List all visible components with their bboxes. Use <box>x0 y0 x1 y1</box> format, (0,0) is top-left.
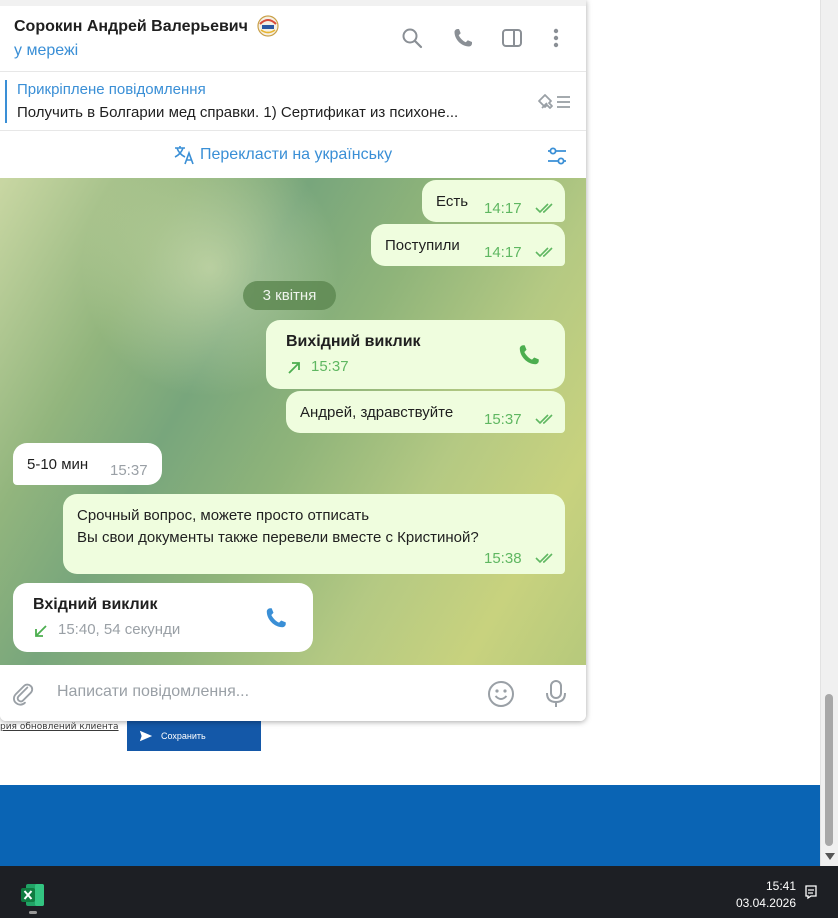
message-bubble-outgoing[interactable]: Андрей, здравствуйте 15:37 <box>286 391 565 433</box>
aura-emoji-status-icon <box>257 15 279 37</box>
pinned-message-bar[interactable]: Прикріплене повідомлення Получить в Болг… <box>0 73 586 131</box>
taskbar: 15:41 03.04.2026 <box>0 866 838 918</box>
sidebar-toggle-icon[interactable] <box>500 26 524 50</box>
date-separator: 3 квітня <box>243 281 336 310</box>
clock-time: 15:41 <box>765 879 796 893</box>
page-scrollbar[interactable] <box>820 0 838 866</box>
notification-center-icon[interactable] <box>803 884 819 900</box>
message-text-line1: Срочный вопрос, можете просто отписать <box>77 507 370 524</box>
message-time: 14:17 <box>484 200 522 217</box>
message-composer: Написати повідомлення... <box>0 665 586 721</box>
message-time: 15:37 <box>484 411 522 428</box>
outgoing-call-message[interactable]: Вихідний виклик 15:37 <box>266 320 565 389</box>
attach-icon[interactable] <box>10 681 36 707</box>
message-bubble-outgoing[interactable]: Есть 14:17 <box>422 180 565 222</box>
translate-button[interactable]: Перекласти на українську <box>174 145 392 165</box>
message-time: 15:37 <box>110 462 148 479</box>
chat-header[interactable]: Сорокин Андрей Валерьевич у мережі <box>0 6 586 72</box>
message-text-line2: Вы свои документы также перевели вместе … <box>77 529 479 546</box>
message-bubble-incoming[interactable]: 5-10 мин 15:37 <box>13 443 162 485</box>
pinned-list-icon[interactable] <box>537 90 573 114</box>
read-receipt-icon <box>535 203 553 214</box>
save-button-label: Сохранить <box>161 730 206 741</box>
client-updates-history-link[interactable]: рия обновлений клиента <box>0 722 119 732</box>
message-text: Андрей, здравствуйте <box>300 404 454 421</box>
outgoing-arrow-icon <box>288 362 300 374</box>
system-clock[interactable]: 15:41 03.04.2026 <box>730 878 796 912</box>
save-button[interactable]: Сохранить <box>127 720 261 751</box>
phone-icon[interactable] <box>451 26 475 50</box>
scroll-down-arrow-icon[interactable] <box>825 853 835 860</box>
microphone-icon[interactable] <box>545 679 567 709</box>
clock-date: 03.04.2026 <box>735 896 796 910</box>
call-details: 15:40, 54 секунди <box>58 621 181 638</box>
incoming-call-message[interactable]: Вхідний виклик 15:40, 54 секунди <box>13 583 313 652</box>
blue-footer-band <box>0 785 820 866</box>
message-bubble-outgoing[interactable]: Срочный вопрос, можете просто отписать В… <box>63 494 565 574</box>
call-title: Вихідний виклик <box>286 333 421 350</box>
pinned-text: Получить в Болгарии мед справки. 1) Серт… <box>17 104 459 121</box>
read-receipt-icon <box>535 553 553 564</box>
pinned-title: Прикріплене повідомлення <box>17 81 206 98</box>
message-time: 14:17 <box>484 244 522 261</box>
message-time: 15:38 <box>484 550 522 567</box>
message-text: Есть <box>436 193 469 210</box>
telegram-chat-window: Сорокин Андрей Валерьевич у мережі Прикр… <box>0 0 586 721</box>
incoming-arrow-icon <box>35 625 47 637</box>
more-vertical-icon[interactable] <box>544 26 568 50</box>
send-icon <box>139 730 153 741</box>
message-text: Поступили <box>385 237 460 254</box>
message-area[interactable]: Есть 14:17 Поступили 14:17 3 квітня Вихі… <box>0 178 586 665</box>
translate-bar: Перекласти на українську <box>0 132 586 178</box>
translate-label: Перекласти на українську <box>200 146 393 163</box>
scrollbar-thumb[interactable] <box>825 694 833 846</box>
contact-name[interactable]: Сорокин Андрей Валерьевич <box>14 18 248 36</box>
call-back-phone-icon[interactable] <box>516 342 542 368</box>
read-receipt-icon <box>535 247 553 258</box>
call-time: 15:37 <box>311 358 349 375</box>
call-title: Вхідний виклик <box>33 596 158 613</box>
search-icon[interactable] <box>400 26 424 50</box>
call-back-phone-icon[interactable] <box>263 605 289 631</box>
emoji-icon[interactable] <box>486 679 516 709</box>
excel-icon[interactable] <box>20 882 46 908</box>
message-text: 5-10 мин <box>27 456 89 473</box>
contact-status: у мережі <box>14 42 79 59</box>
running-app-indicator <box>29 911 37 914</box>
translate-settings-icon[interactable] <box>545 144 569 168</box>
translate-icon <box>174 146 194 165</box>
pinned-accent-bar <box>5 80 7 123</box>
message-bubble-outgoing[interactable]: Поступили 14:17 <box>371 224 565 266</box>
message-input[interactable]: Написати повідомлення... <box>57 683 249 701</box>
read-receipt-icon <box>535 414 553 425</box>
